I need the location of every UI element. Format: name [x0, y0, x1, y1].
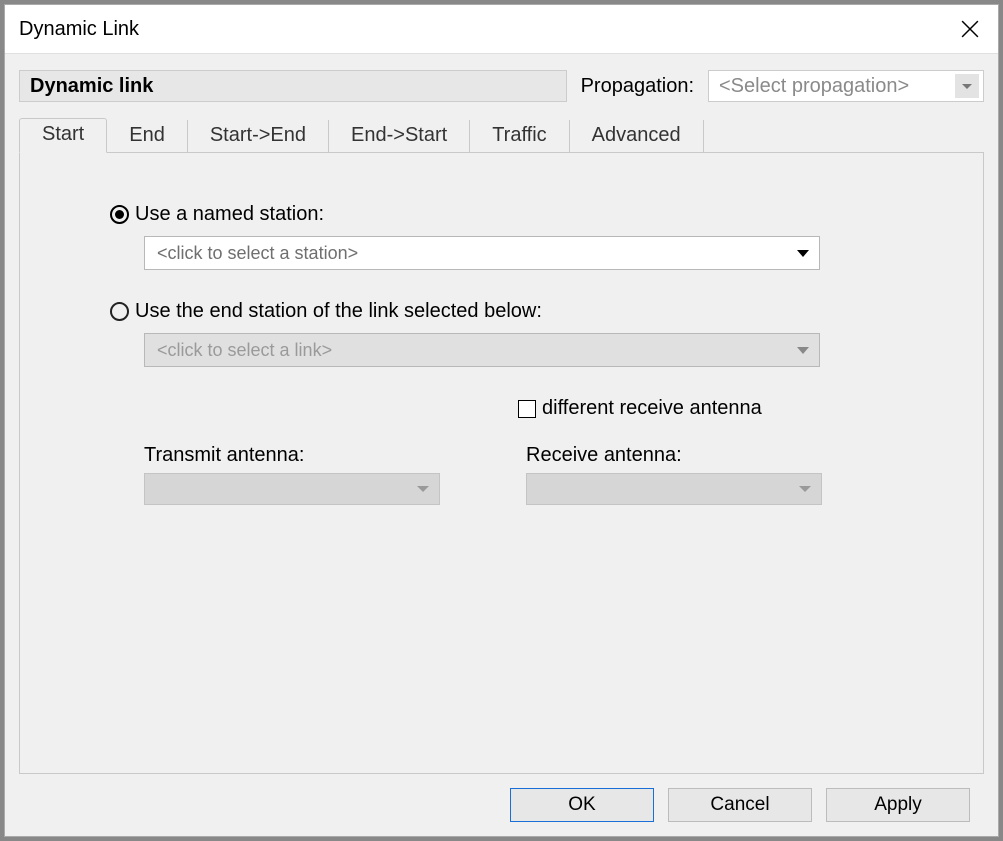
tab-panel-start: Use a named station: <click to select a … [19, 152, 984, 774]
radio-named-station[interactable] [110, 205, 129, 224]
station-select-placeholder: <click to select a station> [157, 243, 358, 264]
window-title: Dynamic Link [19, 18, 139, 41]
transmit-antenna-select[interactable] [144, 473, 440, 505]
propagation-chevron-box [955, 74, 979, 98]
chevron-down-icon [417, 486, 429, 492]
close-button[interactable] [942, 5, 998, 53]
receive-antenna-select[interactable] [526, 473, 822, 505]
propagation-placeholder: <Select propagation> [719, 75, 909, 98]
tab-label: Start [42, 123, 84, 145]
tab-traffic[interactable]: Traffic [470, 120, 569, 153]
close-icon [961, 20, 979, 38]
tab-label: Start->End [210, 124, 306, 146]
header-row: Dynamic link Propagation: <Select propag… [19, 70, 984, 102]
tab-strip: Start End Start->End End->Start Traffic … [19, 116, 984, 152]
tab-label: End->Start [351, 124, 447, 146]
cancel-button[interactable]: Cancel [668, 788, 812, 822]
link-name-value: Dynamic link [30, 75, 153, 98]
chevron-down-icon [962, 84, 972, 89]
radio-named-station-label: Use a named station: [135, 203, 324, 226]
station-select[interactable]: <click to select a station> [144, 236, 820, 270]
radio-end-link-row[interactable]: Use the end station of the link selected… [110, 300, 907, 323]
receive-antenna-col: Receive antenna: [526, 444, 822, 505]
link-select[interactable]: <click to select a link> [144, 333, 820, 367]
apply-button-label: Apply [874, 794, 922, 816]
radio-end-link-label: Use the end station of the link selected… [135, 300, 542, 323]
dialog-window: Dynamic Link Dynamic link Propagation: <… [4, 4, 999, 837]
different-receive-label: different receive antenna [542, 397, 762, 420]
transmit-antenna-col: Transmit antenna: [144, 444, 440, 505]
propagation-label: Propagation: [581, 75, 694, 98]
dialog-content: Dynamic link Propagation: <Select propag… [5, 53, 998, 836]
tab-end-start[interactable]: End->Start [329, 120, 470, 153]
tab-label: Advanced [592, 124, 681, 146]
chevron-down-icon [797, 347, 809, 354]
chevron-down-icon [797, 250, 809, 257]
titlebar: Dynamic Link [5, 5, 998, 53]
tab-end[interactable]: End [107, 120, 188, 153]
tab-label: Traffic [492, 124, 546, 146]
cancel-button-label: Cancel [710, 794, 769, 816]
propagation-select[interactable]: <Select propagation> [708, 70, 984, 102]
transmit-antenna-label: Transmit antenna: [144, 444, 440, 467]
different-receive-row[interactable]: different receive antenna [518, 397, 907, 420]
dialog-footer: OK Cancel Apply [19, 774, 984, 836]
link-name-field[interactable]: Dynamic link [19, 70, 567, 102]
chevron-down-icon [799, 486, 811, 492]
radio-end-link[interactable] [110, 302, 129, 321]
apply-button[interactable]: Apply [826, 788, 970, 822]
different-receive-checkbox[interactable] [518, 400, 536, 418]
tab-advanced[interactable]: Advanced [570, 120, 704, 153]
tab-start-end[interactable]: Start->End [188, 120, 329, 153]
radio-dot-icon [115, 210, 124, 219]
receive-antenna-label: Receive antenna: [526, 444, 822, 467]
link-select-placeholder: <click to select a link> [157, 340, 332, 361]
ok-button[interactable]: OK [510, 788, 654, 822]
antenna-row: Transmit antenna: Receive antenna: [144, 444, 907, 505]
radio-named-station-row[interactable]: Use a named station: [110, 203, 907, 226]
tab-start[interactable]: Start [19, 118, 107, 153]
tab-label: End [129, 124, 165, 146]
ok-button-label: OK [568, 794, 595, 816]
